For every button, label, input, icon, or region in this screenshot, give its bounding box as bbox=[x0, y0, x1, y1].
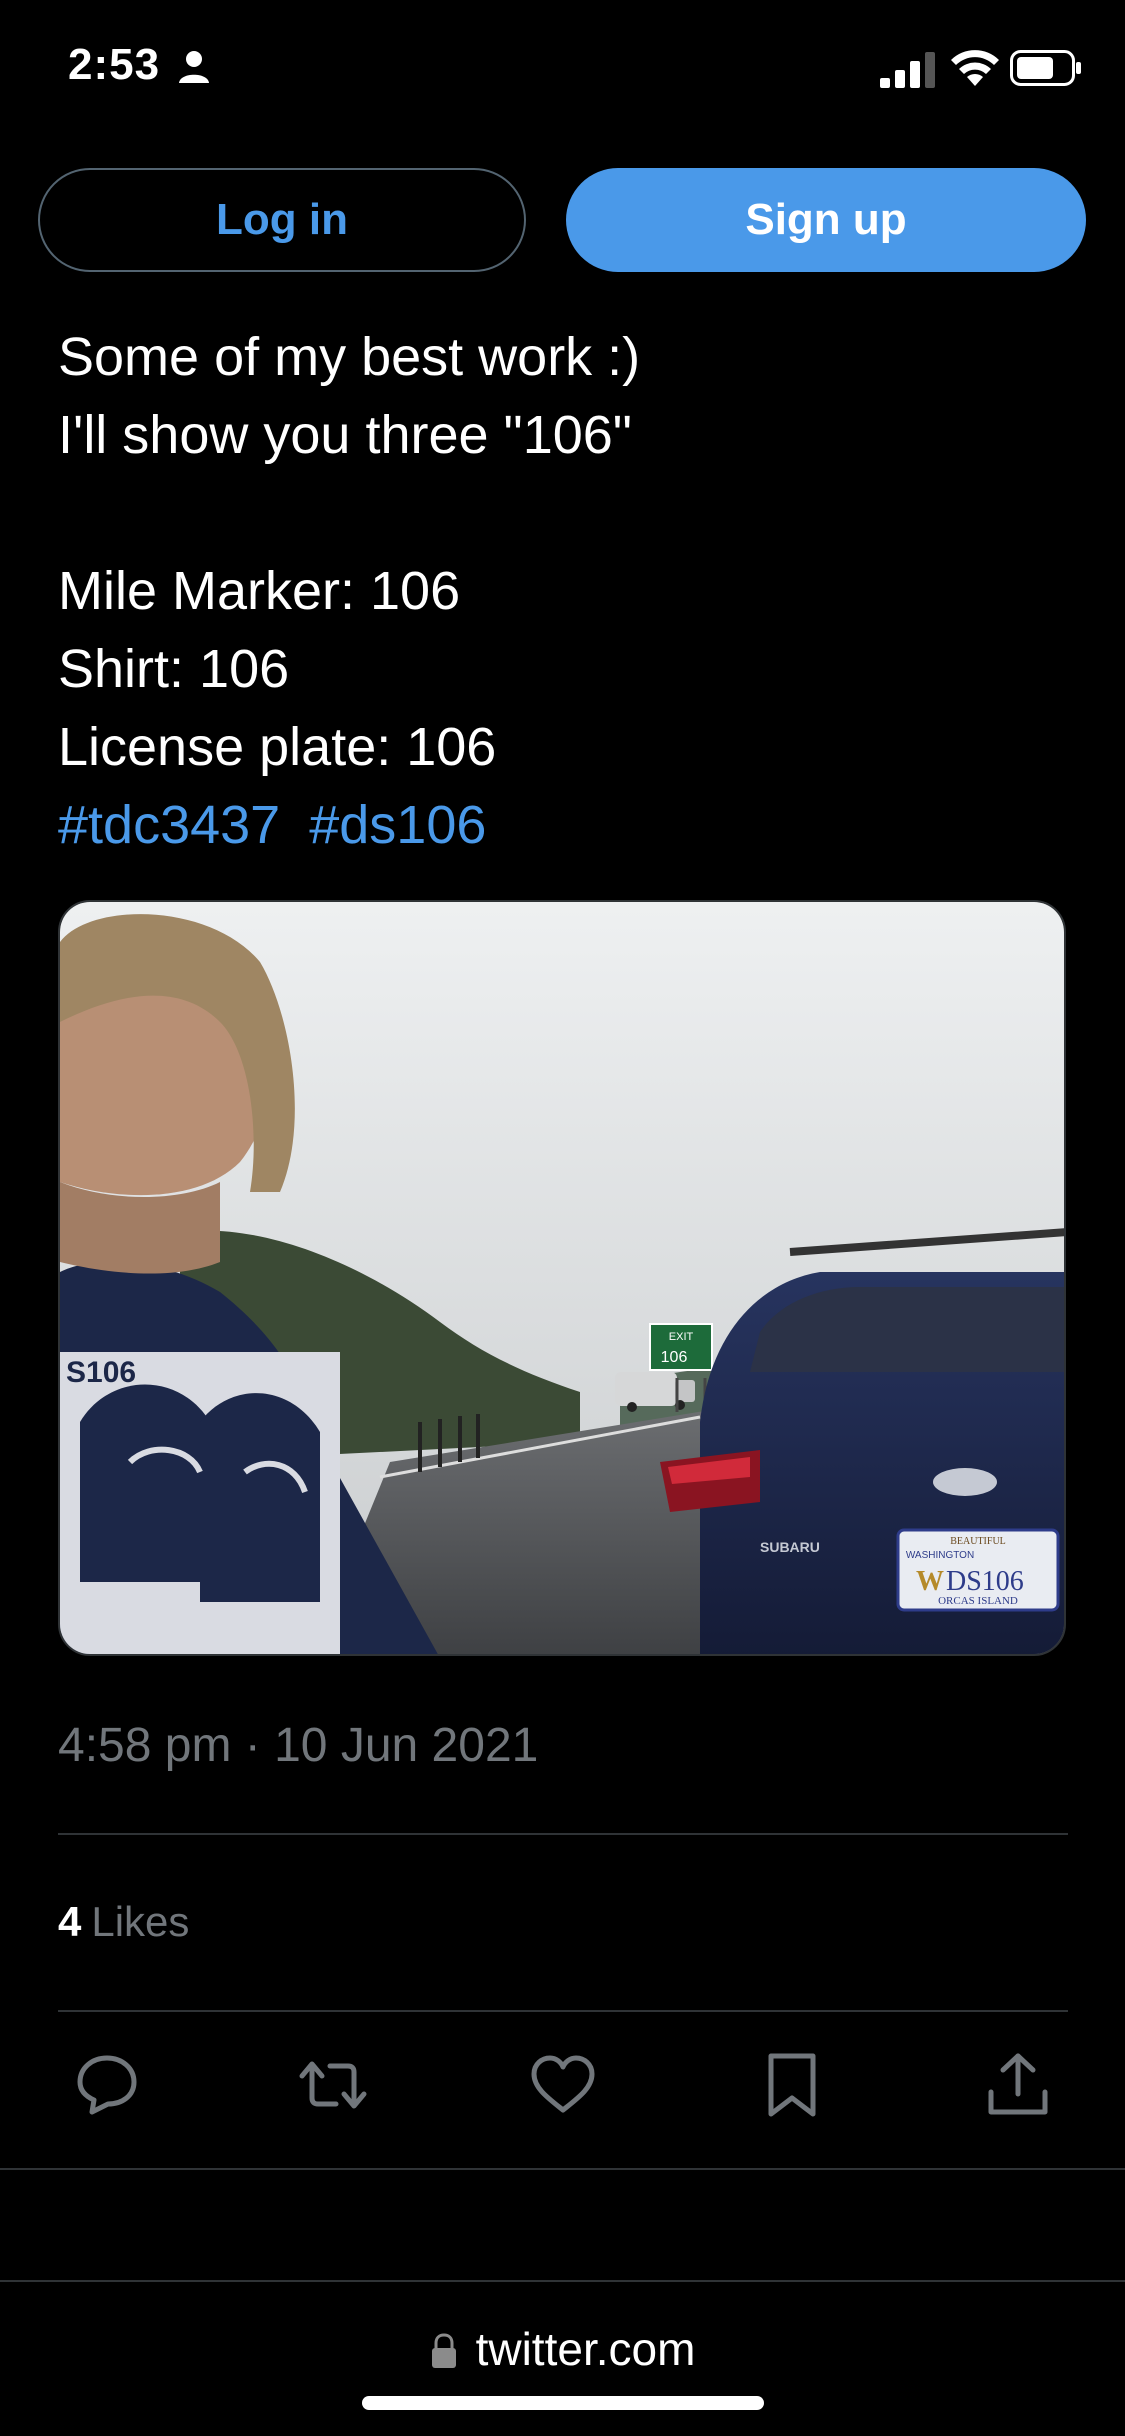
status-time: 2:53 bbox=[68, 40, 161, 89]
divider bbox=[58, 1833, 1068, 1835]
retweet-icon[interactable] bbox=[298, 2050, 368, 2120]
divider bbox=[0, 2168, 1125, 2170]
url-display[interactable]: twitter.com bbox=[0, 2322, 1125, 2376]
tweet-text: Some of my best work :) I'll show you th… bbox=[58, 327, 641, 777]
likes-count: 4 bbox=[58, 1898, 82, 1945]
likes-label: Likes bbox=[91, 1898, 190, 1945]
exit-sign-label: EXIT bbox=[669, 1331, 694, 1343]
hashtags: #tdc3437 #ds106 bbox=[58, 786, 500, 864]
reply-icon[interactable] bbox=[72, 2050, 142, 2120]
shirt-text: S106 bbox=[66, 1356, 136, 1389]
person-icon bbox=[179, 51, 209, 83]
divider bbox=[58, 2010, 1068, 2012]
likes-stat[interactable]: 4 Likes bbox=[58, 1898, 189, 1946]
browser-url-bar[interactable]: twitter.com bbox=[0, 2282, 1125, 2436]
bookmark-icon[interactable] bbox=[757, 2050, 827, 2120]
plate-number: DS106 bbox=[946, 1566, 1024, 1597]
signal-icon bbox=[880, 52, 935, 88]
auth-bar: Log in Sign up bbox=[0, 150, 1125, 280]
tweet-timestamp[interactable]: 4:58 pm · 10 Jun 2021 bbox=[58, 1718, 538, 1773]
plate-top-text: BEAUTIFUL bbox=[950, 1536, 1006, 1547]
hashtag-link[interactable]: #tdc3437 bbox=[58, 795, 280, 855]
share-icon[interactable] bbox=[983, 2050, 1053, 2120]
car-brand: SUBARU bbox=[760, 1539, 820, 1555]
tweet-actions bbox=[0, 2050, 1125, 2130]
login-button[interactable]: Log in bbox=[38, 168, 526, 272]
hashtag-link[interactable]: #ds106 bbox=[309, 795, 486, 855]
wifi-icon bbox=[951, 50, 999, 86]
status-bar: 2:53 bbox=[0, 0, 1125, 140]
plate-bottom-text: ORCAS ISLAND bbox=[938, 1595, 1018, 1607]
tweet-photo[interactable]: EXIT 106 S106 SUBARU BEAUTIFUL WASHINGTO… bbox=[58, 900, 1066, 1656]
battery-icon bbox=[1010, 50, 1081, 86]
like-icon[interactable] bbox=[528, 2050, 598, 2120]
plate-letter: W bbox=[916, 1566, 944, 1597]
lock-icon bbox=[431, 2333, 456, 2368]
url-text: twitter.com bbox=[475, 2323, 696, 2375]
home-indicator[interactable] bbox=[362, 2396, 764, 2410]
signup-button[interactable]: Sign up bbox=[566, 168, 1086, 272]
exit-sign-number: 106 bbox=[661, 1349, 688, 1366]
plate-state-text: WASHINGTON bbox=[906, 1550, 974, 1561]
photo-illustration: EXIT 106 S106 SUBARU BEAUTIFUL WASHINGTO… bbox=[60, 902, 1064, 1654]
